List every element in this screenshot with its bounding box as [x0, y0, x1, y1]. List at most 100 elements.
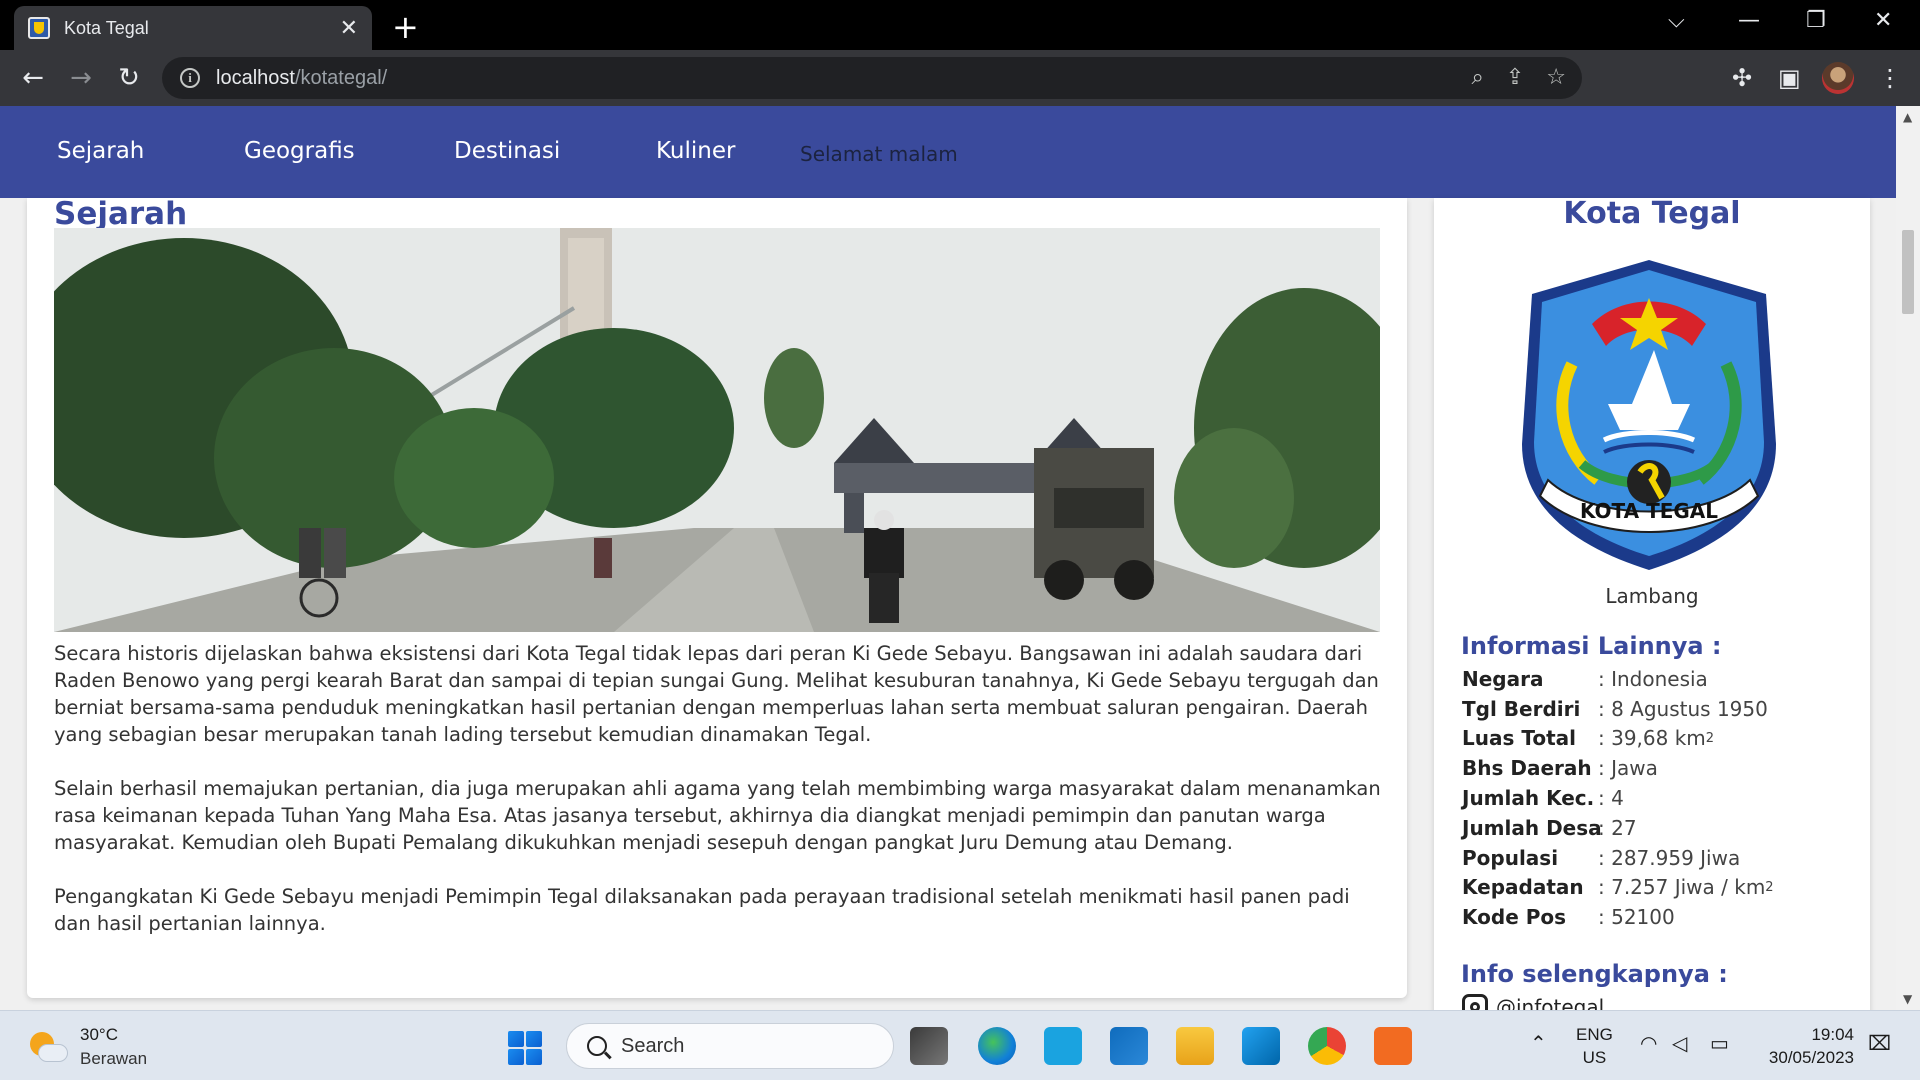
weather-widget[interactable]: 30°C Berawan: [26, 1023, 147, 1071]
info-value: : Jawa: [1598, 756, 1658, 781]
city-title: Kota Tegal: [1563, 196, 1741, 231]
file-explorer-icon[interactable]: [1176, 1027, 1214, 1065]
tab-title: Kota Tegal: [64, 17, 149, 38]
historic-street-photo: [54, 228, 1380, 632]
info-sup: 2: [1705, 730, 1715, 746]
side-panel-icon[interactable]: ▣: [1778, 64, 1801, 92]
info-key: Luas Total: [1462, 726, 1576, 751]
nav-kuliner[interactable]: Kuliner: [656, 138, 735, 164]
new-tab-button[interactable]: +: [392, 8, 419, 46]
history-article: Secara historis dijelaskan bahwa eksiste…: [54, 640, 1384, 964]
weather-cloud-sun-icon: [26, 1030, 68, 1064]
info-table: Negara : Indonesia Tgl Berdiri : 8 Agustus…: [1462, 664, 1774, 932]
share-icon[interactable]: ⇪: [1506, 65, 1524, 90]
temperature: 30°C: [80, 1025, 118, 1044]
section-title: Sejarah: [54, 196, 188, 232]
profile-avatar[interactable]: [1822, 62, 1854, 94]
edge-icon[interactable]: [978, 1027, 1016, 1065]
page-scrollbar[interactable]: ▲ ▼: [1896, 106, 1920, 1010]
browser-tab[interactable]: Kota Tegal ✕: [14, 6, 372, 50]
zoom-icon[interactable]: ⌕: [1472, 65, 1484, 90]
url-host: localhost: [216, 66, 295, 89]
show-hidden-icons-icon[interactable]: ⌃: [1530, 1033, 1547, 1056]
info-key: Bhs Daerah: [1462, 756, 1592, 781]
reload-icon[interactable]: ↻: [112, 61, 146, 95]
clock-time: 19:04: [1811, 1025, 1854, 1044]
favicon-icon: [28, 17, 50, 39]
language-indicator[interactable]: ENG US: [1576, 1023, 1613, 1069]
scroll-down-icon[interactable]: ▼: [1903, 992, 1912, 1006]
menu-kebab-icon[interactable]: ⋮: [1878, 64, 1902, 92]
clock-date: 30/05/2023: [1768, 1048, 1854, 1067]
article-paragraph: Secara historis dijelaskan bahwa eksiste…: [54, 642, 1379, 746]
info-value: : 27: [1598, 815, 1637, 840]
back-icon[interactable]: ←: [16, 61, 50, 95]
site-info-icon[interactable]: i: [180, 68, 200, 88]
page-viewport: Sejarah Geografis Destinasi Kuliner Sela…: [0, 106, 1920, 1010]
keyboard-region: US: [1582, 1048, 1607, 1067]
tab-search-icon[interactable]: ⌵: [1668, 8, 1685, 33]
info-row: Kepadatan: 7.257 Jiwa / km 2: [1462, 873, 1774, 903]
info-row: Populasi: 287.959 Jiwa: [1462, 843, 1774, 873]
instagram-link[interactable]: @infotegal: [1462, 994, 1604, 1010]
info-heading: Informasi Lainnya :: [1461, 632, 1722, 660]
city-info-card: Kota Tegal KOTA TEGAL Lambang Informasi …: [1434, 196, 1870, 1010]
clock[interactable]: 19:04 30/05/2023: [1758, 1023, 1854, 1069]
info-sup: 2: [1765, 879, 1774, 895]
nav-geografis[interactable]: Geografis: [244, 138, 355, 164]
search-icon: [587, 1036, 607, 1056]
address-bar[interactable]: i localhost/kotategal/ ⌕ ⇪ ☆: [162, 57, 1582, 99]
task-view-icon[interactable]: [910, 1027, 948, 1065]
taskbar: 30°C Berawan Search ⌃ ENG US ◠ ◁ ▭ 19:04…: [0, 1010, 1920, 1080]
site-navbar: Sejarah Geografis Destinasi Kuliner Sela…: [0, 106, 1896, 198]
restore-icon[interactable]: ❐: [1806, 8, 1826, 33]
notification-icon[interactable]: ⌧: [1868, 1033, 1891, 1056]
language-code: ENG: [1576, 1025, 1613, 1044]
browser-toolbar: ← → ↻ i localhost/kotategal/ ⌕ ⇪ ☆ ✣ ▣ ⋮: [0, 50, 1920, 106]
info-row: Bhs Daerah: Jawa: [1462, 753, 1774, 783]
launcher-l-icon[interactable]: [1044, 1027, 1082, 1065]
volume-icon[interactable]: ◁: [1672, 1033, 1687, 1056]
info-key: Jumlah Desa: [1462, 815, 1602, 840]
photo-illustration: [54, 228, 1380, 632]
info-row: Tgl Berdiri : 8 Agustus 1950: [1462, 694, 1774, 724]
info-key: Tgl Berdiri: [1462, 696, 1581, 721]
info-value: : 287.959 Jiwa: [1598, 845, 1741, 870]
close-tab-icon[interactable]: ✕: [340, 16, 358, 41]
extensions-icon[interactable]: ✣: [1732, 64, 1752, 92]
info-value: : 7.257 Jiwa / km: [1598, 875, 1766, 900]
info-key: Negara: [1462, 666, 1544, 691]
instagram-icon: [1462, 994, 1488, 1010]
article-paragraph: Selain berhasil memajukan pertanian, dia…: [54, 777, 1381, 854]
microsoft-store-icon[interactable]: [1110, 1027, 1148, 1065]
vscode-icon[interactable]: [1242, 1027, 1280, 1065]
chrome-icon[interactable]: [1308, 1027, 1346, 1065]
bookmark-star-icon[interactable]: ☆: [1546, 65, 1566, 90]
scroll-thumb[interactable]: [1902, 230, 1914, 314]
info-row: Jumlah Desa: 27: [1462, 813, 1774, 843]
scroll-up-icon[interactable]: ▲: [1903, 110, 1912, 124]
info-row: Kode Pos: 52100: [1462, 902, 1774, 932]
info-row: Luas Total: 39,68 km 2: [1462, 724, 1774, 754]
nav-destinasi[interactable]: Destinasi: [454, 138, 560, 164]
history-card: Sejarah Secara historis dijelaskan bahwa…: [27, 196, 1407, 998]
wifi-icon[interactable]: ◠: [1640, 1033, 1657, 1056]
info-key: Kode Pos: [1462, 905, 1567, 930]
battery-icon[interactable]: ▭: [1710, 1033, 1729, 1056]
xampp-icon[interactable]: [1374, 1027, 1412, 1065]
more-info-heading: Info selengkapnya :: [1461, 960, 1728, 988]
info-value: : 8 Agustus 1950: [1598, 696, 1768, 721]
city-emblem: KOTA TEGAL: [1522, 260, 1776, 570]
close-window-icon[interactable]: ✕: [1874, 8, 1892, 33]
info-value: : Indonesia: [1598, 666, 1708, 691]
nav-sejarah[interactable]: Sejarah: [57, 138, 144, 164]
emblem-text: KOTA TEGAL: [1580, 499, 1718, 523]
windows-start-icon[interactable]: [508, 1031, 542, 1065]
url-path: /kotategal/: [294, 66, 388, 89]
info-row: Jumlah Kec.: 4: [1462, 783, 1774, 813]
greeting-text: Selamat malam: [800, 142, 958, 166]
forward-icon[interactable]: →: [64, 61, 98, 95]
minimize-icon[interactable]: —: [1738, 8, 1760, 33]
weather-condition: Berawan: [80, 1049, 148, 1068]
taskbar-search[interactable]: Search: [566, 1023, 894, 1069]
